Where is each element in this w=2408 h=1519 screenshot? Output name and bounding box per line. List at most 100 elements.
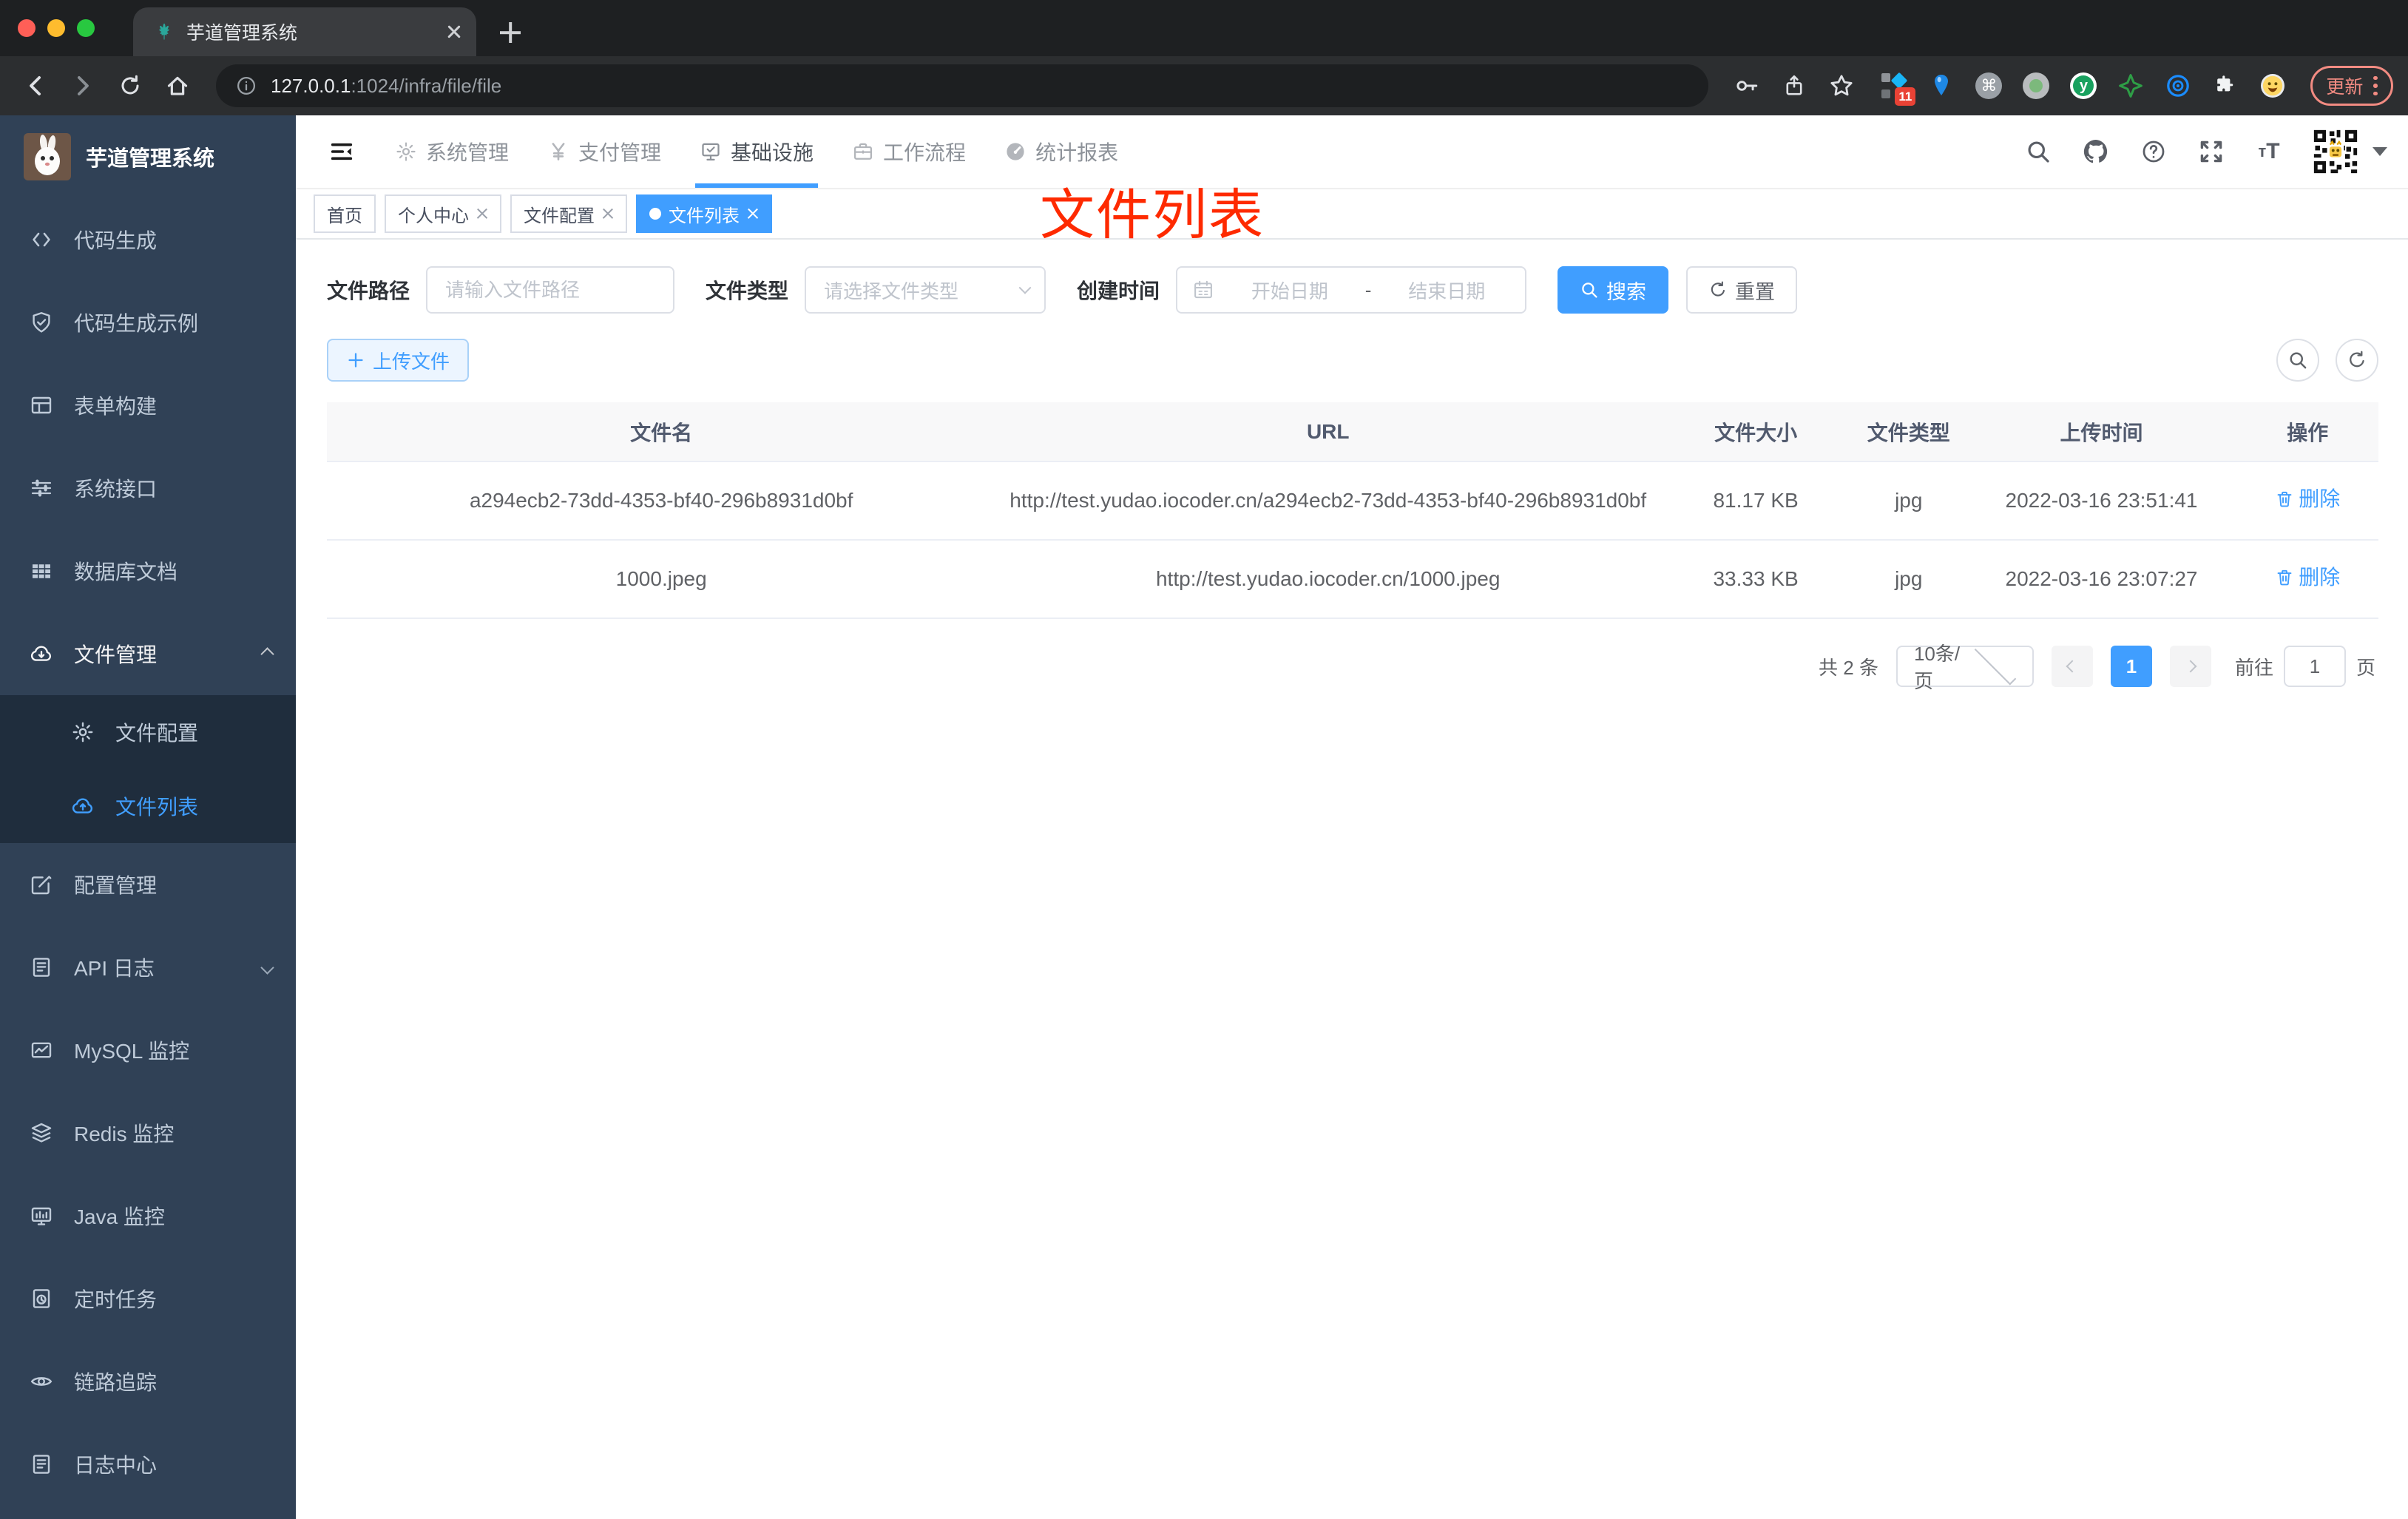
delete-button[interactable]: 删除 [2275, 483, 2340, 515]
file-type-select[interactable]: 请选择文件类型 [805, 266, 1046, 314]
close-icon[interactable] [747, 208, 759, 220]
tag-label: 首页 [327, 206, 362, 226]
topnav-item-report[interactable]: 统计报表 [985, 115, 1137, 188]
date-range-picker[interactable]: 开始日期 - 结束日期 [1176, 266, 1527, 314]
navbar-right-tools: тT [2022, 126, 2387, 177]
upload-button-label: 上传文件 [373, 350, 450, 373]
sidebar-item-log-center[interactable]: 日志中心 [0, 1423, 296, 1506]
sidebar-item-mysql-monitor[interactable]: MySQL 监控 [0, 1009, 296, 1092]
file-type-label: 文件类型 [706, 280, 789, 302]
sidebar-collapse-icon[interactable] [317, 126, 367, 177]
sidebar-logo[interactable]: 芋道管理系统 [0, 115, 296, 198]
search-button[interactable]: 搜索 [1558, 266, 1669, 314]
extension-puzzle-icon[interactable] [2211, 72, 2239, 100]
upload-file-button[interactable]: 上传文件 [327, 339, 470, 382]
col-file-size: 文件大小 [1660, 402, 1852, 462]
extension-y-icon[interactable]: y [2069, 72, 2097, 100]
sidebar-item-code-gen-demo[interactable]: 代码生成示例 [0, 281, 296, 364]
prev-page-button[interactable] [2051, 646, 2093, 687]
page-size-select[interactable]: 10条/页 [1895, 643, 2034, 692]
extension-diamond-icon[interactable]: 11 [1880, 72, 1916, 106]
sidebar-item-label: 数据库文档 [74, 561, 178, 583]
tags-view-bar: 首页 个人中心 文件配置 文件列表 [296, 189, 2408, 240]
tag-home[interactable]: 首页 [314, 194, 376, 233]
topnav-item-system[interactable]: 系统管理 [376, 115, 528, 188]
sidebar-item-file-list[interactable]: 文件列表 [0, 769, 296, 843]
goto-page-input[interactable] [2283, 646, 2346, 687]
close-icon[interactable] [602, 208, 614, 220]
topnav-label: 系统管理 [426, 141, 510, 164]
topnav-label: 支付管理 [578, 141, 662, 164]
share-icon[interactable] [1773, 65, 1815, 106]
col-actions: 操作 [2236, 402, 2378, 462]
window-close-button[interactable] [18, 19, 35, 37]
forward-button[interactable] [62, 65, 104, 106]
extension-emoji-icon[interactable] [2259, 72, 2287, 100]
api-log-icon [30, 955, 53, 979]
reset-button[interactable]: 重置 [1686, 266, 1798, 314]
sidebar-item-file-management[interactable]: 文件管理 [0, 612, 296, 695]
window-maximize-button[interactable] [77, 19, 95, 37]
sidebar-item-config-management[interactable]: 配置管理 [0, 843, 296, 926]
sidebar-item-system-api[interactable]: 系统接口 [0, 447, 296, 530]
refresh-table-button[interactable] [2336, 339, 2378, 382]
sidebar-item-db-doc[interactable]: 数据库文档 [0, 530, 296, 612]
window-minimize-button[interactable] [47, 19, 65, 37]
sidebar-item-code-gen[interactable]: 代码生成 [0, 198, 296, 281]
back-button[interactable] [15, 65, 56, 106]
extension-badge: 11 [1895, 87, 1916, 106]
next-page-button[interactable] [2169, 646, 2211, 687]
topnav-item-infra[interactable]: 基础设施 [680, 115, 833, 188]
sidebar-item-redis-monitor[interactable]: Redis 监控 [0, 1092, 296, 1174]
reload-button[interactable] [109, 65, 151, 106]
topnav-item-pay[interactable]: 支付管理 [528, 115, 680, 188]
col-file-type: 文件类型 [1851, 402, 1966, 462]
show-search-button[interactable] [2276, 339, 2319, 382]
tag-file-config[interactable]: 文件配置 [510, 194, 627, 233]
avatar-qr-image [2310, 126, 2361, 177]
help-icon[interactable] [2137, 135, 2170, 168]
tab-close-icon[interactable] [447, 24, 461, 39]
github-icon[interactable] [2080, 135, 2112, 168]
font-size-icon[interactable]: тT [2253, 135, 2285, 168]
tag-profile[interactable]: 个人中心 [385, 194, 501, 233]
sidebar-item-java-monitor[interactable]: Java 监控 [0, 1174, 296, 1257]
extension-pin-icon[interactable] [1927, 72, 1955, 100]
extension-star-icon[interactable] [2117, 72, 2145, 100]
col-url: URL [995, 402, 1661, 462]
password-key-icon[interactable] [1726, 65, 1768, 106]
user-avatar-menu[interactable] [2310, 126, 2387, 177]
sidebar-item-api-log[interactable]: API 日志 [0, 926, 296, 1009]
file-path-input[interactable] [426, 266, 675, 314]
new-tab-button[interactable] [491, 13, 530, 52]
sidebar-item-file-config[interactable]: 文件配置 [0, 695, 296, 769]
home-button[interactable] [157, 65, 198, 106]
sidebar-item-scheduled-tasks[interactable]: 定时任务 [0, 1257, 296, 1340]
topnav-label: 基础设施 [731, 141, 814, 164]
tag-file-list[interactable]: 文件列表 [636, 194, 772, 233]
extension-dot-icon[interactable] [2022, 72, 2050, 100]
sidebar-item-form-builder[interactable]: 表单构建 [0, 364, 296, 447]
delete-button[interactable]: 删除 [2275, 561, 2340, 594]
address-bar[interactable]: 127.0.0.1:1024/infra/file/file [216, 64, 1709, 107]
browser-menu-icon[interactable] [2373, 75, 2378, 96]
infra-monitor-icon [700, 141, 722, 163]
current-page-button[interactable]: 1 [2110, 646, 2152, 687]
favicon-leaf-icon [154, 21, 175, 42]
browser-update-button[interactable]: 更新 [2310, 66, 2393, 106]
topnav-item-workflow[interactable]: 工作流程 [833, 115, 985, 188]
header-search-icon[interactable] [2022, 135, 2054, 168]
database-grid-icon [30, 559, 53, 583]
cell-file-type: jpg [1851, 540, 1966, 619]
tag-label: 个人中心 [398, 206, 469, 226]
delete-label: 删除 [2299, 487, 2341, 510]
extension-command-icon[interactable]: ⌘ [1975, 72, 2003, 100]
site-info-icon[interactable] [235, 75, 257, 97]
sidebar-item-trace[interactable]: 链路追踪 [0, 1340, 296, 1423]
bookmark-star-icon[interactable] [1821, 65, 1862, 106]
close-icon[interactable] [476, 208, 488, 220]
browser-tab[interactable]: 芋道管理系统 [133, 7, 476, 56]
fullscreen-icon[interactable] [2195, 135, 2228, 168]
extension-eye-icon[interactable] [2164, 72, 2192, 100]
browser-tab-strip: 芋道管理系统 [0, 0, 2408, 56]
